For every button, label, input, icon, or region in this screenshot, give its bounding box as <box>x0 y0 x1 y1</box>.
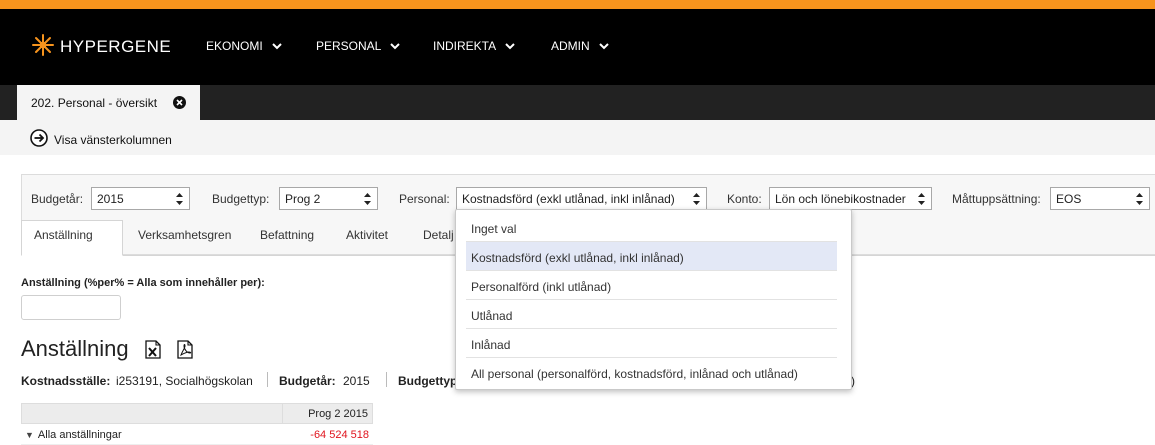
konto-select[interactable]: Lön och lönebikostnader <box>769 187 932 210</box>
konto-label: Konto: <box>727 192 762 206</box>
nav-item-label: EKONOMI <box>206 39 263 53</box>
chevron-down-icon <box>598 39 609 53</box>
top-accent-stripe <box>0 0 1155 9</box>
budgetar-value: 2015 <box>97 192 124 206</box>
chevron-down-icon <box>271 39 282 53</box>
dropdown-option-kostnadsford[interactable]: Kostnadsförd (exkl utlånad, inkl inlånad… <box>466 242 837 271</box>
arrow-right-circle-icon <box>30 129 48 150</box>
brand-logo[interactable]: HYPERGENE <box>32 33 171 61</box>
select-arrows-icon <box>364 193 371 205</box>
row-name: ▼ Alla anställningar <box>25 429 122 441</box>
dropdown-option-inget-val[interactable]: Inget val <box>466 213 837 242</box>
tab-verksamhetsgren[interactable]: Verksamhetsgren <box>138 228 231 242</box>
pdf-export-icon[interactable] <box>177 340 193 364</box>
tab-aktivitet[interactable]: Aktivitet <box>346 228 388 242</box>
budgetar-meta-label: Budgetår: <box>279 374 336 388</box>
nav-item-personal[interactable]: PERSONAL <box>316 39 401 53</box>
meta-divider <box>267 372 268 387</box>
meta-divider <box>386 372 387 387</box>
tab-anstallning-label[interactable]: Anställning <box>34 228 93 242</box>
select-arrows-icon <box>918 193 925 205</box>
column-header[interactable]: Prog 2 2015 <box>282 404 372 423</box>
show-left-column-link[interactable]: Visa vänsterkolumnen <box>30 129 172 150</box>
budgettyp-value: Prog 2 <box>285 192 321 206</box>
select-arrows-icon <box>693 193 700 205</box>
main-navbar: HYPERGENE EKONOMI PERSONAL INDIREKTA ADM… <box>0 9 1155 85</box>
nav-item-label: INDIREKTA <box>433 39 497 53</box>
kostnadsstalle-label: Kostnadsställe: <box>21 374 111 388</box>
tab-label: 202. Personal - översikt <box>31 95 158 110</box>
budgettyp-label: Budgettyp: <box>212 192 270 206</box>
dropdown-option-all-personal[interactable]: All personal (personalförd, kostnadsförd… <box>466 358 837 387</box>
select-arrows-icon <box>176 193 183 205</box>
chevron-down-icon <box>505 39 515 53</box>
personal-label: Personal: <box>399 192 450 206</box>
nav-item-indirekta[interactable]: INDIREKTA <box>433 39 515 53</box>
show-left-column-label: Visa vänsterkolumnen <box>54 132 172 147</box>
section-title: Anställning <box>21 336 129 361</box>
budgetar-label: Budgetår: <box>31 192 84 206</box>
mattuppsattning-label: Måttuppsättning: <box>952 192 1041 206</box>
budgetar-meta-value: 2015 <box>343 374 370 388</box>
close-circle-icon[interactable] <box>173 96 186 109</box>
nav-item-label: ADMIN <box>551 39 590 53</box>
table-header: Prog 2 2015 <box>21 403 373 424</box>
budgettyp-select[interactable]: Prog 2 <box>279 187 378 210</box>
row-label: Alla anställningar <box>37 429 122 441</box>
budgetar-select[interactable]: 2015 <box>91 187 190 210</box>
hypergene-logo-icon <box>32 33 54 61</box>
budgettyp-meta-label: Budgettyp <box>398 374 458 388</box>
dropdown-option-utlanad[interactable]: Utlånad <box>466 300 837 329</box>
nav-item-ekonomi[interactable]: EKONOMI <box>206 39 282 53</box>
konto-value: Lön och lönebikostnader <box>775 192 906 206</box>
personal-value: Kostnadsförd (exkl utlånad, inkl inlånad… <box>462 192 675 206</box>
mattuppsattning-select[interactable]: EOS <box>1050 187 1150 210</box>
brand-name: HYPERGENE <box>60 37 172 56</box>
personal-dropdown-menu: Inget val Kostnadsförd (exkl utlånad, in… <box>455 209 852 390</box>
chevron-down-icon <box>390 39 401 53</box>
dropdown-option-personalford[interactable]: Personalförd (inkl utlånad) <box>466 271 837 300</box>
dropdown-option-inlanad[interactable]: Inlånad <box>466 329 837 358</box>
personal-select[interactable]: Kostnadsförd (exkl utlånad, inkl inlånad… <box>456 187 707 210</box>
tab-befattning[interactable]: Befattning <box>260 228 314 242</box>
table-row[interactable]: ▼ Alla anställningar -64 524 518 <box>21 424 373 445</box>
row-value: -64 524 518 <box>310 429 369 441</box>
expand-triangle-icon[interactable]: ▼ <box>25 430 34 440</box>
document-tab-bar: 202. Personal - översikt <box>0 85 1155 120</box>
anstallning-filter-label: Anställning (%per% = Alla som innehåller… <box>21 277 265 289</box>
nav-item-admin[interactable]: ADMIN <box>551 39 609 53</box>
mattuppsattning-value: EOS <box>1056 192 1082 206</box>
select-arrows-icon <box>1136 193 1143 205</box>
tab-detalj[interactable]: Detalj <box>423 228 454 242</box>
tab-personal-oversikt[interactable]: 202. Personal - översikt <box>17 85 200 120</box>
excel-export-icon[interactable] <box>145 340 161 364</box>
anstallning-filter-input[interactable] <box>21 295 121 320</box>
nav-item-label: PERSONAL <box>316 39 382 53</box>
kostnadsstalle-value: i253191, Socialhögskolan <box>116 374 253 388</box>
